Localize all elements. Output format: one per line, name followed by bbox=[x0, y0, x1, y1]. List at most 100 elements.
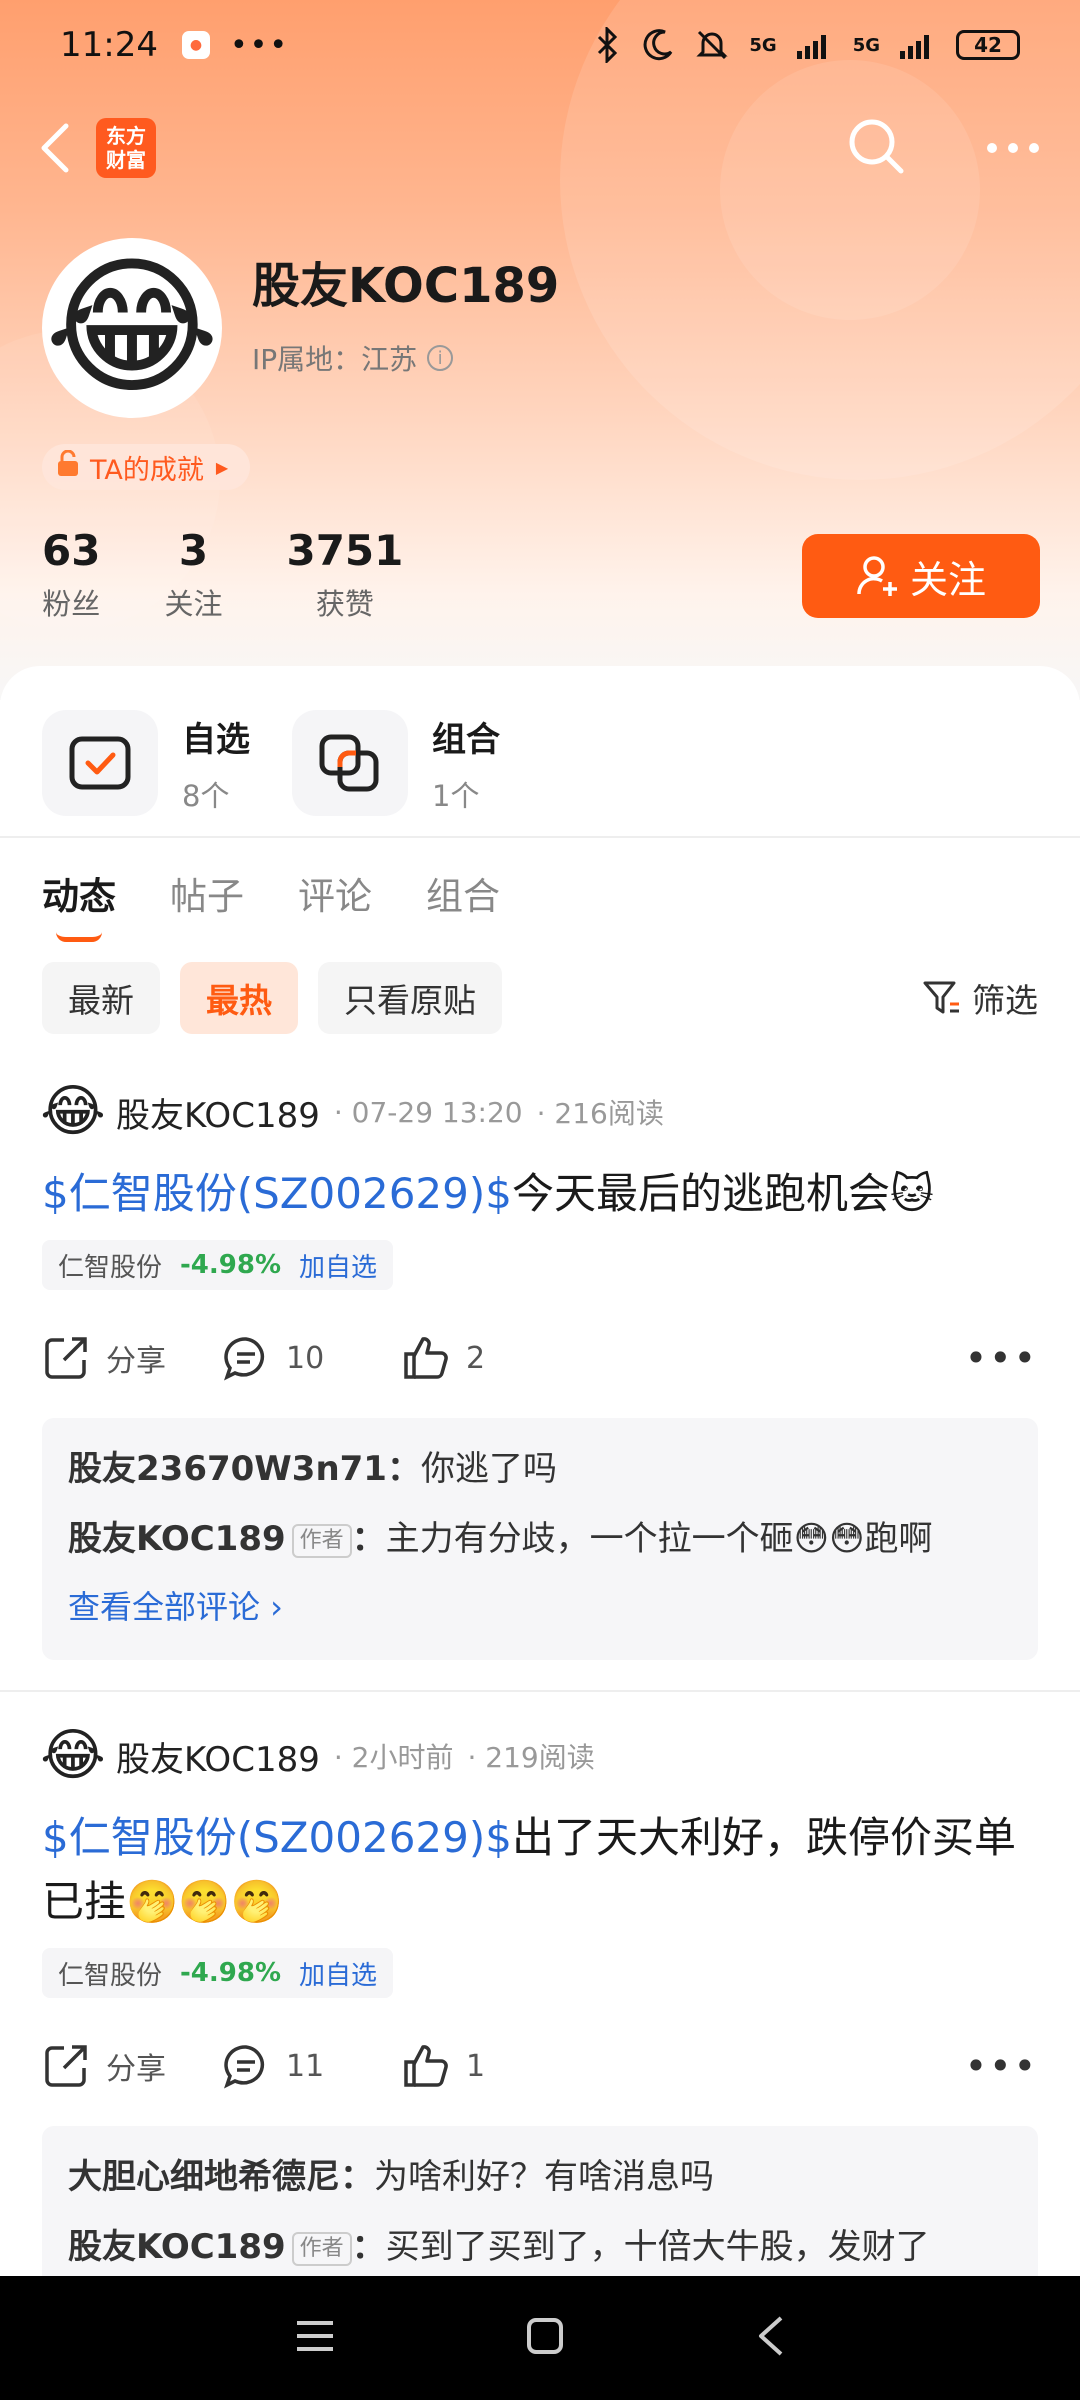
more-button[interactable] bbox=[986, 139, 1040, 158]
filter-bar: 最新 最热 只看原贴 筛选 bbox=[0, 948, 1080, 1048]
stock-link[interactable]: $仁智股份(SZ002629)$ bbox=[42, 1169, 512, 1218]
comment-preview[interactable]: 大胆心细地希德尼：为啥利好？有啥消息吗 股友KOC189 作者 ：买到了买到了，十倍… bbox=[42, 2126, 1038, 2276]
stock-link[interactable]: $仁智股份(SZ002629)$ bbox=[42, 1813, 512, 1862]
brand-logo[interactable]: 东方 财富 bbox=[96, 118, 156, 178]
lock-icon bbox=[56, 449, 80, 485]
share-icon bbox=[45, 1337, 87, 1379]
author-badge: 作者 bbox=[291, 1523, 352, 1558]
info-icon[interactable]: i bbox=[427, 345, 454, 371]
stat-following[interactable]: 3 关注 bbox=[164, 526, 222, 623]
view-all-comments-link[interactable]: 查看全部评论 › bbox=[68, 1574, 1012, 1640]
filter-button[interactable]: 筛选 bbox=[922, 974, 1038, 1022]
comment-user[interactable]: 股友KOC189 bbox=[68, 2227, 286, 2267]
stat-likes: 3751 获赞 bbox=[286, 526, 403, 623]
home-button[interactable] bbox=[526, 2317, 564, 2359]
stock-tag-name: 仁智股份 bbox=[58, 1252, 163, 1283]
comment-preview[interactable]: 股友23670W3n71：你逃了吗 股友KOC189 作者 ：主力有分歧，一个拉一个… bbox=[42, 1418, 1038, 1660]
post-item[interactable]: 😂 股友KOC189 · 2小时前 · 219阅读 $仁智股份(SZ002629… bbox=[0, 1692, 1080, 2276]
stock-tag[interactable]: 仁智股份 -4.98% 加自选 bbox=[42, 1240, 394, 1290]
share-label: 分享 bbox=[106, 1344, 166, 1379]
quick-link-portfolio[interactable]: 组合 1个 bbox=[292, 690, 500, 836]
comment-button[interactable]: 11 bbox=[222, 2042, 402, 2090]
comment-item: 股友KOC189 作者 ：主力有分歧，一个拉一个砸😳😳跑啊 bbox=[68, 1504, 1012, 1574]
quick-link-watchlist[interactable]: 自选 8个 bbox=[42, 690, 250, 836]
add-watchlist-link[interactable]: 加自选 bbox=[299, 1247, 377, 1284]
ip-location: IP属地：江苏 bbox=[252, 343, 418, 376]
post-avatar[interactable]: 😂 bbox=[40, 1081, 105, 1143]
tab-activity[interactable]: 动态 bbox=[42, 866, 116, 942]
back-arrow-icon bbox=[41, 123, 69, 173]
menu-icon bbox=[297, 2321, 334, 2351]
comment-count: 11 bbox=[286, 2048, 325, 2084]
stock-tag-name: 仁智股份 bbox=[58, 1960, 163, 1991]
back-triangle-icon bbox=[758, 2316, 782, 2356]
comment-count: 10 bbox=[286, 1340, 325, 1376]
bluetooth-icon bbox=[598, 27, 618, 63]
post-author[interactable]: 股友KOC189 bbox=[116, 1088, 320, 1137]
stat-fans[interactable]: 63 粉丝 bbox=[42, 526, 100, 623]
tab-portfolio[interactable]: 组合 bbox=[426, 866, 500, 920]
stat-label: 关注 bbox=[164, 587, 223, 621]
filter-hot[interactable]: 最热 bbox=[180, 962, 298, 1034]
status-icons: 5G 5G 42 bbox=[593, 27, 1020, 63]
system-back-button[interactable] bbox=[755, 2315, 785, 2361]
quick-link-title: 自选 bbox=[182, 719, 250, 760]
comment-text: 主力有分歧，一个拉一个砸😳😳跑啊 bbox=[385, 1519, 933, 1559]
thumbs-up-icon bbox=[404, 1337, 448, 1379]
post-body[interactable]: $仁智股份(SZ002629)$出了天大利好，跌停价买单已挂🤭🤭🤭 bbox=[42, 1806, 1038, 1934]
like-button[interactable]: 2 bbox=[402, 1334, 582, 1382]
share-button[interactable]: 分享 bbox=[42, 1334, 222, 1382]
comment-item: 大胆心细地希德尼：为啥利好？有啥消息吗 bbox=[68, 2142, 1012, 2212]
comment-text: 为啥利好？有啥消息吗 bbox=[374, 2157, 714, 2197]
post-header: 😂 股友KOC189 · 2小时前 · 219阅读 bbox=[40, 1716, 1038, 1796]
brand-logo-line2: 财富 bbox=[106, 148, 146, 172]
stat-label: 粉丝 bbox=[42, 587, 101, 621]
post-body[interactable]: $仁智股份(SZ002629)$今天最后的逃跑机会🐱 bbox=[42, 1162, 1038, 1226]
filter-original-only[interactable]: 只看原贴 bbox=[318, 962, 502, 1034]
stock-tag-change: -4.98% bbox=[180, 1958, 282, 1988]
search-button[interactable] bbox=[846, 116, 906, 180]
dnd-moon-icon bbox=[643, 29, 673, 61]
post-author[interactable]: 股友KOC189 bbox=[116, 1732, 320, 1781]
share-button[interactable]: 分享 bbox=[42, 2042, 222, 2090]
stat-value: 3751 bbox=[286, 526, 404, 575]
status-time: 11:24 bbox=[60, 25, 158, 65]
comment-button[interactable]: 10 bbox=[222, 1334, 402, 1382]
stats-row: 63 粉丝 3 关注 3751 获赞 bbox=[42, 526, 403, 623]
comment-user[interactable]: 股友23670W3n71： bbox=[68, 1449, 421, 1489]
post-actions: 分享 10 2 ••• bbox=[42, 1298, 1038, 1418]
tab-comments[interactable]: 评论 bbox=[298, 866, 372, 920]
stock-tag[interactable]: 仁智股份 -4.98% 加自选 bbox=[42, 1948, 394, 1998]
avatar[interactable]: 😂 bbox=[42, 238, 222, 418]
brand-logo-line1: 东方 bbox=[106, 124, 146, 148]
post-item[interactable]: 😂 股友KOC189 · 07-29 13:20 · 216阅读 $仁智股份(S… bbox=[0, 1048, 1080, 1660]
post-avatar[interactable]: 😂 bbox=[40, 1725, 105, 1787]
like-button[interactable]: 1 bbox=[402, 2042, 582, 2090]
tab-posts[interactable]: 帖子 bbox=[170, 866, 244, 920]
tab-label: 组合 bbox=[426, 875, 500, 918]
network-label-1: 5G bbox=[749, 34, 777, 56]
search-icon bbox=[849, 119, 904, 174]
comment-user[interactable]: 大胆心细地希德尼： bbox=[68, 2157, 374, 2197]
portfolio-icon bbox=[292, 710, 408, 816]
add-watchlist-link[interactable]: 加自选 bbox=[299, 1955, 377, 1992]
comment-icon bbox=[224, 2045, 265, 2089]
tab-label: 动态 bbox=[42, 875, 116, 918]
comment-icon bbox=[224, 1337, 265, 1381]
achievement-button[interactable]: TA的成就 ▶ bbox=[42, 444, 251, 490]
quick-link-count: 8个 bbox=[182, 778, 230, 813]
follow-button[interactable]: 关注 bbox=[802, 534, 1040, 618]
status-bar: 11:24 ● ••• 5G 5G 42 bbox=[0, 0, 1080, 90]
post-more-icon[interactable]: ••• bbox=[965, 2044, 1038, 2088]
stat-label: 获赞 bbox=[315, 587, 374, 621]
post-more-icon[interactable]: ••• bbox=[965, 1336, 1038, 1380]
filter-icon bbox=[923, 981, 959, 1014]
menu-button[interactable] bbox=[295, 2319, 335, 2357]
comment-user[interactable]: 股友KOC189 bbox=[68, 1519, 286, 1559]
follow-label: 关注 bbox=[909, 557, 986, 602]
silent-bell-icon bbox=[696, 30, 728, 60]
post-time: · 07-29 13:20 bbox=[333, 1095, 523, 1129]
back-button[interactable] bbox=[40, 118, 80, 178]
filter-latest[interactable]: 最新 bbox=[42, 962, 160, 1034]
more-notifications-icon: ••• bbox=[229, 27, 290, 63]
